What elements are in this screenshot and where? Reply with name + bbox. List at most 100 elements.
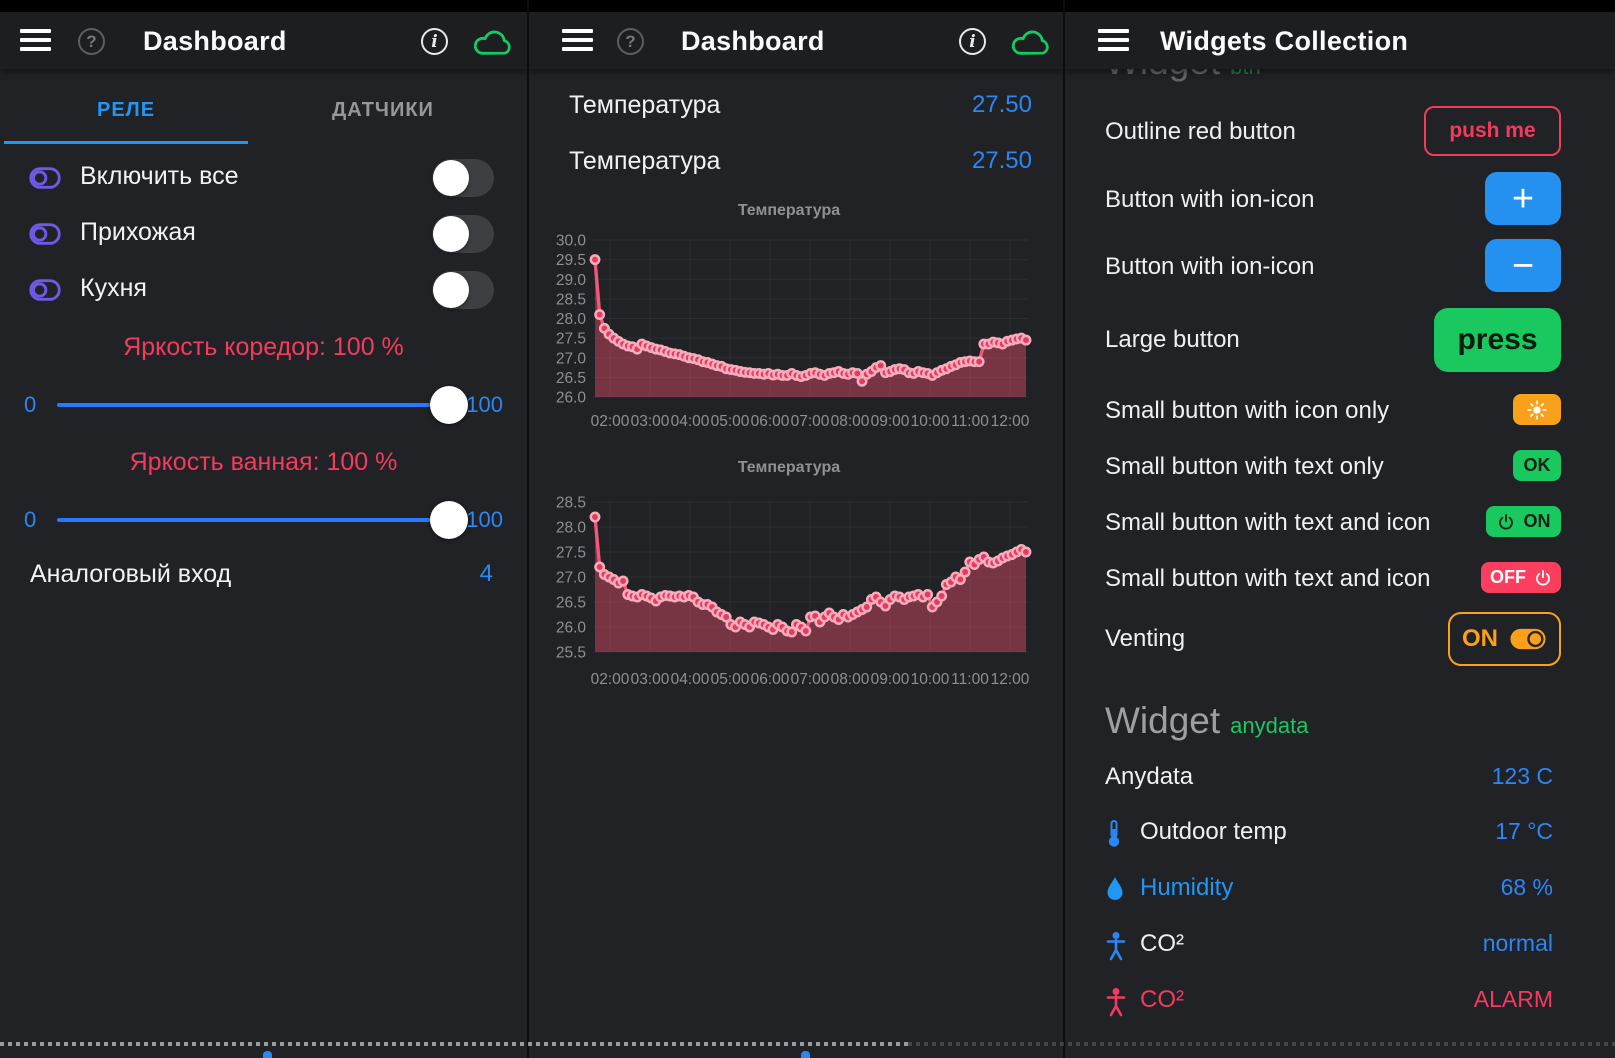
appbar-middle: ? Dashboard i [529, 12, 1063, 69]
data-row-value: 123 C [1492, 763, 1553, 790]
switch-toggle-hallway[interactable] [432, 215, 494, 253]
svg-text:08:00: 08:00 [831, 671, 870, 688]
menu-icon[interactable] [562, 29, 593, 52]
slider-corridor: 0 100 [0, 383, 527, 427]
power-icon [1534, 569, 1552, 587]
cloud-connected-icon[interactable] [1010, 28, 1052, 58]
widget-row: Large button press [1065, 308, 1615, 373]
info-icon[interactable]: i [959, 28, 986, 55]
tab-active-underline [4, 141, 248, 144]
analog-input-label: Аналоговый вход [30, 560, 231, 589]
bottom-dotted-divider [0, 1042, 908, 1046]
help-icon[interactable]: ? [78, 28, 105, 55]
switch-toggle-kitchen[interactable] [432, 271, 494, 309]
venting-button-label: ON [1462, 625, 1498, 653]
svg-text:25.5: 25.5 [556, 645, 586, 662]
slider-min-label: 0 [24, 507, 36, 533]
switch-row-all: Включить все [0, 154, 527, 202]
minus-button[interactable]: − [1485, 239, 1561, 292]
svg-text:04:00: 04:00 [671, 671, 710, 688]
svg-text:29.0: 29.0 [556, 272, 587, 289]
plus-button[interactable]: + [1485, 172, 1561, 225]
slider-max-label: 100 [466, 392, 503, 418]
switch-row-kitchen: Кухня [0, 266, 527, 314]
svg-text:07:00: 07:00 [791, 413, 830, 430]
sun-button[interactable] [1513, 394, 1561, 425]
svg-text:28.5: 28.5 [556, 291, 586, 308]
temperature-chart-1: 02:0003:0004:0005:0006:0007:0008:0009:00… [535, 226, 1057, 441]
toggle-icon [29, 277, 61, 303]
page-title: Widgets Collection [1160, 26, 1408, 57]
switch-label: Включить все [80, 162, 239, 191]
svg-text:27.0: 27.0 [556, 570, 587, 587]
svg-text:27.0: 27.0 [556, 350, 587, 367]
screen: ? Dashboard i РЕЛЕ ДАТЧИКИ Включить все [0, 0, 1615, 1058]
switch-toggle-all[interactable] [432, 159, 494, 197]
switch-row-hallway: Прихожая [0, 210, 527, 258]
person-icon [1105, 987, 1127, 1017]
widget-row-label: Small button with text only [1105, 453, 1384, 481]
tab-relays[interactable]: РЕЛЕ [97, 99, 155, 122]
toggle-icon [29, 221, 61, 247]
page-title: Dashboard [681, 26, 825, 57]
on-button[interactable]: ON [1486, 506, 1561, 537]
svg-text:30.0: 30.0 [556, 233, 587, 250]
press-button[interactable]: press [1434, 308, 1561, 372]
toggle-knob[interactable] [433, 216, 469, 252]
svg-text:27.5: 27.5 [556, 545, 586, 562]
widget-row: Small button with text only OK [1065, 450, 1615, 481]
switch-label: Прихожая [80, 218, 196, 247]
widget-heading-word: Widget [1105, 700, 1220, 741]
power-icon [1497, 513, 1515, 531]
panel-widgets-collection: Widgets Collection Widgetbtn Outline red… [1063, 0, 1615, 1058]
slider-knob[interactable] [430, 386, 468, 424]
slider-track[interactable] [57, 403, 462, 407]
data-row-label: Humidity [1140, 874, 1233, 902]
temperature-label: Температура [569, 147, 720, 176]
slider-track[interactable] [57, 518, 462, 522]
toggle-knob[interactable] [433, 160, 469, 196]
toggle-icon [29, 165, 61, 191]
widget-row-label: Large button [1105, 326, 1240, 354]
slider-min-label: 0 [24, 392, 36, 418]
toggle-knob[interactable] [433, 272, 469, 308]
push-me-button[interactable]: push me [1424, 106, 1561, 156]
svg-text:09:00: 09:00 [871, 671, 910, 688]
off-button-label: OFF [1490, 567, 1526, 588]
temperature-value: 27.50 [972, 147, 1032, 175]
venting-button[interactable]: ON [1448, 612, 1561, 666]
menu-icon[interactable] [20, 29, 51, 52]
svg-text:28.5: 28.5 [556, 495, 586, 512]
page-title: Dashboard [143, 26, 287, 57]
off-button[interactable]: OFF [1481, 562, 1561, 593]
slider-title-corridor: Яркость коредор: 100 % [0, 333, 527, 362]
widget-anydata-heading: Widget anydata [1105, 700, 1308, 742]
tab-bar: РЕЛЕ ДАТЧИКИ [0, 81, 527, 144]
clipped-blue-icon [263, 1051, 272, 1058]
minus-icon: − [1512, 247, 1534, 285]
chart-title: Температура [529, 202, 1049, 220]
temperature-row: Температура 27.50 [529, 91, 1063, 121]
cloud-connected-icon[interactable] [472, 28, 514, 58]
status-bar [1065, 0, 1615, 12]
slider-knob[interactable] [430, 501, 468, 539]
widget-row-label: Small button with text and icon [1105, 509, 1431, 537]
help-icon[interactable]: ? [617, 28, 644, 55]
clipped-blue-icon [801, 1051, 810, 1058]
widget-row-label: Small button with text and icon [1105, 565, 1431, 593]
data-row-value: 68 % [1501, 874, 1553, 901]
widget-row: Small button with text and icon OFF [1065, 562, 1615, 593]
appbar-left: ? Dashboard i [0, 12, 527, 69]
data-row-humidity: Humidity 68 % [1065, 874, 1615, 904]
ok-button[interactable]: OK [1513, 450, 1561, 481]
svg-text:04:00: 04:00 [671, 413, 710, 430]
widget-row: Button with ion-icon − [1065, 239, 1615, 292]
toggle-on-icon [1509, 627, 1547, 651]
svg-text:26.0: 26.0 [556, 620, 587, 637]
svg-text:29.5: 29.5 [556, 252, 586, 269]
status-bar [0, 0, 527, 12]
menu-icon[interactable] [1098, 29, 1129, 52]
tab-sensors[interactable]: ДАТЧИКИ [332, 99, 434, 122]
widget-heading-tag: anydata [1230, 713, 1308, 738]
info-icon[interactable]: i [421, 28, 448, 55]
